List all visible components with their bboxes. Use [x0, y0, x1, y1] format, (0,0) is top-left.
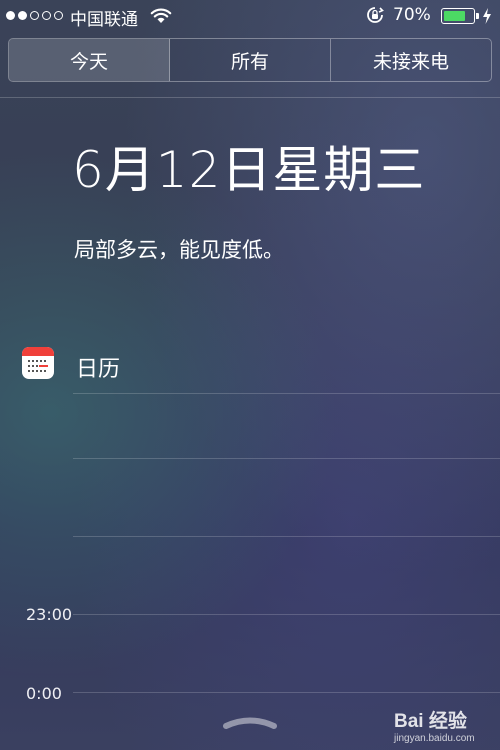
tab-today[interactable]: 今天 — [9, 39, 170, 81]
divider — [0, 97, 500, 98]
timeline-line — [73, 536, 500, 537]
tab-missed-calls[interactable]: 未接来电 — [331, 39, 491, 81]
watermark-url: jingyan.baidu.com — [394, 733, 475, 744]
weather-summary: 局部多云，能见度低。 — [74, 238, 284, 262]
battery-percentage: 70% — [393, 5, 431, 25]
calendar-title: 日历 — [76, 357, 121, 382]
wifi-icon — [150, 8, 172, 23]
status-bar: 中国联通 70% — [0, 0, 500, 32]
battery-fill — [444, 11, 466, 21]
time-label: 0:00 — [26, 684, 62, 703]
signal-strength-icon — [6, 11, 63, 20]
grabber-handle-icon[interactable] — [222, 713, 278, 731]
rotation-lock-icon — [367, 7, 384, 23]
calendar-icon[interactable] — [22, 347, 54, 379]
timeline-line — [73, 614, 500, 615]
battery-icon — [441, 8, 479, 24]
watermark-logo: Bai 经验 — [394, 711, 467, 732]
timeline-line — [73, 393, 500, 394]
baidu-watermark: Bai 经验 jingyan.baidu.com — [390, 700, 500, 750]
timeline-line — [73, 692, 500, 693]
charging-icon — [483, 8, 491, 24]
tab-all[interactable]: 所有 — [170, 39, 331, 81]
time-label: 23:00 — [26, 605, 73, 624]
notification-tabs: 今天 所有 未接来电 — [8, 38, 492, 82]
carrier-name: 中国联通 — [70, 10, 138, 30]
date-heading: 6月12日星期三 — [72, 141, 426, 199]
timeline-line — [73, 458, 500, 459]
